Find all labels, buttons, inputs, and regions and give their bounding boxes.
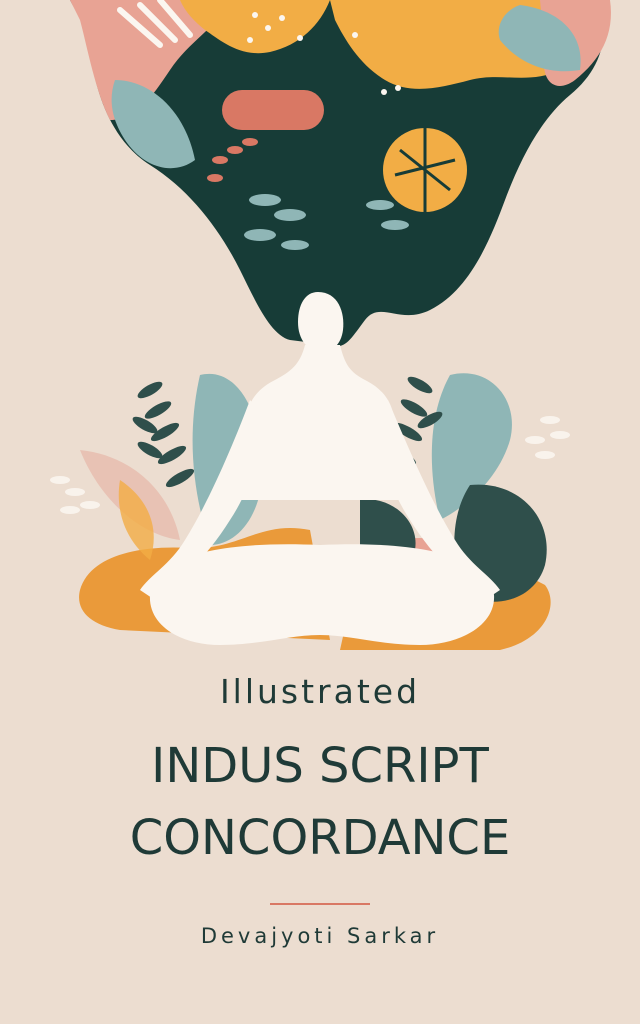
book-author: Devajyoti Sarkar [200, 924, 440, 948]
book-cover: Illustrated INDUS SCRIPT CONCORDANCE Dev… [0, 0, 640, 1024]
book-subtitle: Illustrated [219, 672, 421, 711]
cover-illustration [50, 0, 611, 650]
hair-illustration [70, 0, 611, 347]
divider-rule [270, 903, 370, 905]
book-title-line-2: CONCORDANCE [129, 810, 511, 866]
book-title-line-1: INDUS SCRIPT [151, 738, 489, 794]
